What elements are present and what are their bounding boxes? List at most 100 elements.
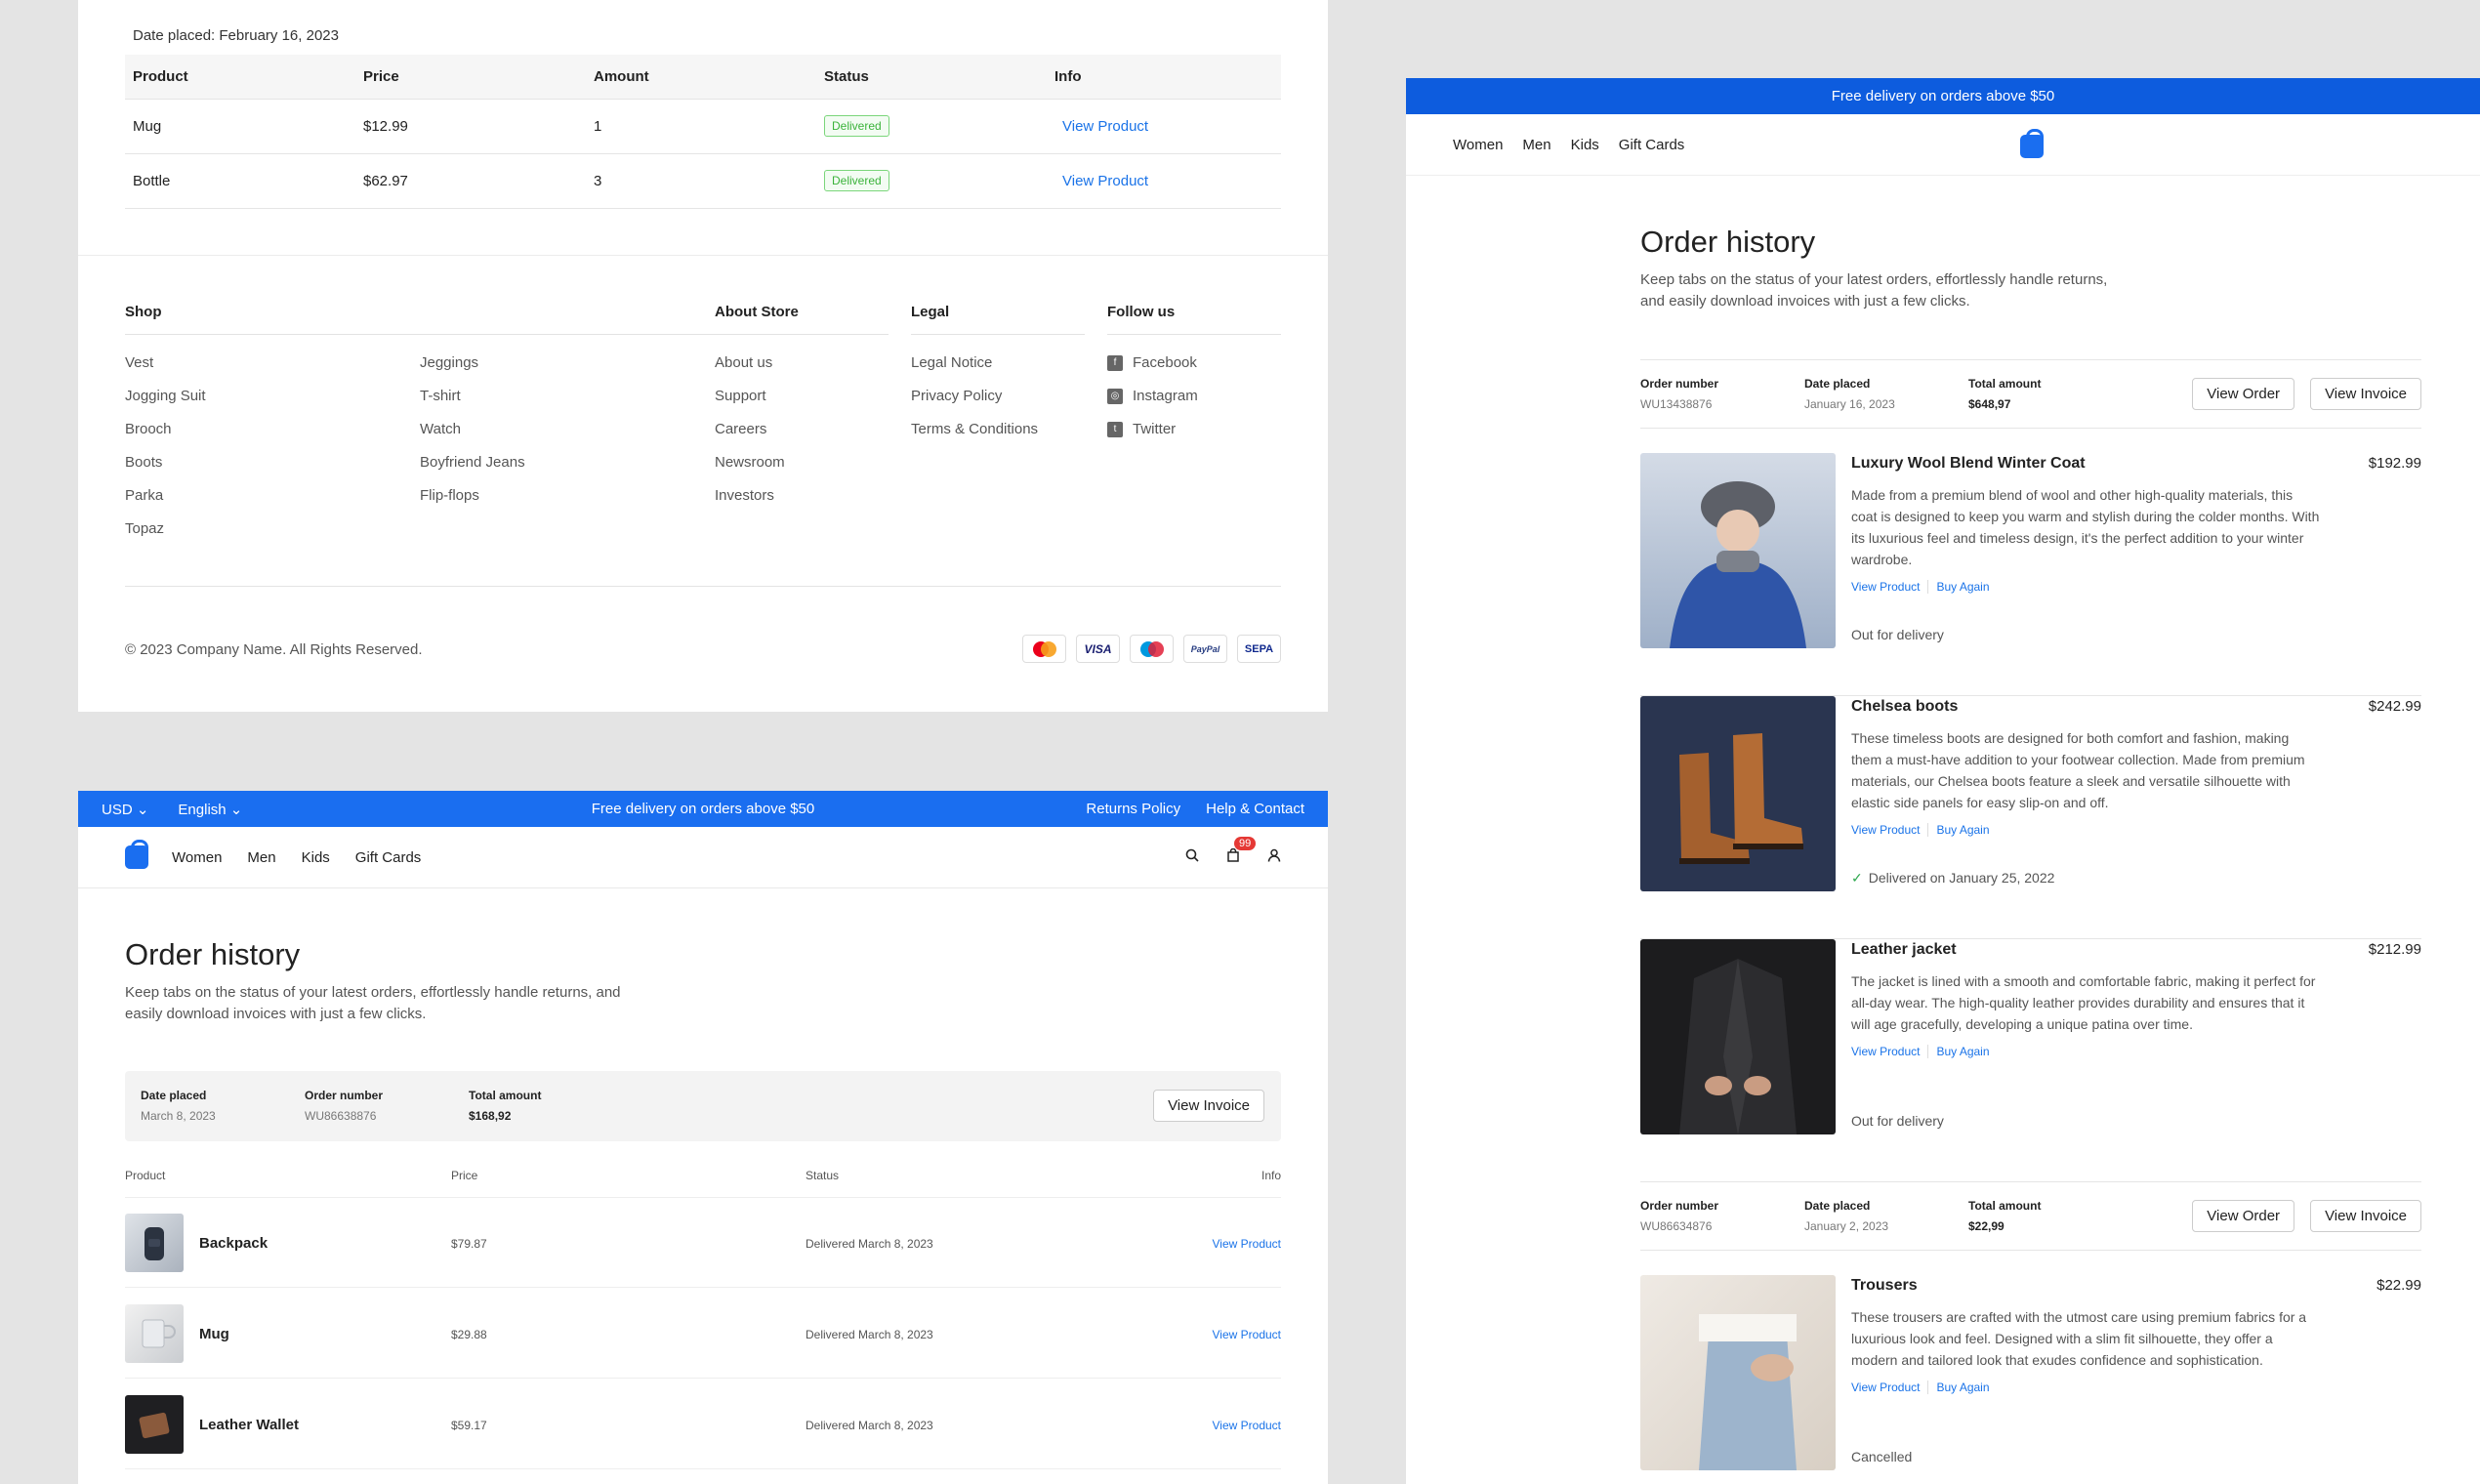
product-thumbnail[interactable]	[125, 1395, 184, 1454]
footer-link[interactable]: Newsroom	[715, 446, 889, 479]
product-name: Luxury Wool Blend Winter Coat	[1851, 455, 2086, 472]
footer-link[interactable]: Support	[715, 380, 889, 413]
footer-link[interactable]: Careers	[715, 413, 889, 446]
mastercard-icon	[1022, 635, 1066, 663]
page-subtitle: Keep tabs on the status of your latest o…	[125, 984, 621, 1022]
product-price: $79.87	[451, 1237, 487, 1251]
footer-link[interactable]: Watch	[420, 413, 525, 446]
footer-heading: Follow us	[1107, 304, 1281, 335]
table-header: Product Price Status Info	[125, 1169, 1281, 1198]
order-item: Luxury Wool Blend Winter Coat $192.99 Ma…	[1640, 453, 2421, 696]
delivery-status: Cancelled	[1851, 1449, 1913, 1464]
footer-link[interactable]: About us	[715, 347, 889, 380]
nav-women[interactable]: Women	[1453, 137, 1503, 153]
footer-link[interactable]: Privacy Policy	[911, 380, 1085, 413]
product-name: Chelsea boots	[1851, 698, 1959, 715]
view-product-link[interactable]: View Product	[1851, 823, 1920, 837]
footer-link[interactable]: T-shirt	[420, 380, 525, 413]
check-icon: ✓	[1851, 870, 1863, 886]
view-product-link[interactable]: View Product	[1213, 1328, 1281, 1341]
product-image[interactable]	[1640, 453, 1836, 648]
product-name: Backpack	[199, 1235, 269, 1252]
product-amount: 3	[586, 152, 816, 209]
order-history-detailed: Free delivery on orders above $50 Women …	[1406, 78, 2480, 1484]
footer-legal: Legal Legal Notice Privacy Policy Terms …	[911, 304, 1085, 446]
footer-link[interactable]: Boots	[125, 446, 420, 479]
chevron-down-icon: ⌄	[229, 801, 243, 818]
nav-kids[interactable]: Kids	[302, 849, 330, 866]
help-contact-link[interactable]: Help & Contact	[1206, 801, 1304, 817]
maestro-icon	[1130, 635, 1174, 663]
logo-bag-icon[interactable]	[2020, 129, 2044, 158]
buy-again-link[interactable]: Buy Again	[1936, 1045, 1989, 1058]
main-nav: Women Men Kids Gift Cards	[1406, 114, 2480, 176]
language-select[interactable]: English ⌄	[178, 801, 242, 818]
view-invoice-button[interactable]: View Invoice	[2310, 1200, 2421, 1232]
promo-bar: Free delivery on orders above $50	[1406, 78, 2480, 114]
view-order-button[interactable]: View Order	[2192, 1200, 2295, 1232]
product-image[interactable]	[1640, 696, 1836, 891]
product-name: Trousers	[1851, 1277, 1918, 1294]
product-thumbnail[interactable]	[125, 1214, 184, 1272]
nav-men[interactable]: Men	[1522, 137, 1550, 153]
footer-link[interactable]: Terms & Conditions	[911, 413, 1085, 446]
footer-link[interactable]: Flip-flops	[420, 479, 525, 513]
footer-divider	[125, 586, 1281, 587]
product-image[interactable]	[1640, 1275, 1836, 1470]
nav-gift-cards[interactable]: Gift Cards	[355, 849, 422, 866]
delivery-status: Delivered on January 25, 2022	[1868, 870, 2055, 886]
product-name: Bottle	[125, 152, 355, 209]
footer-heading: About Store	[715, 304, 889, 335]
view-product-link[interactable]: View Product	[1851, 1381, 1920, 1394]
view-product-link[interactable]: View Product	[1062, 173, 1148, 189]
buy-again-link[interactable]: Buy Again	[1936, 580, 1989, 594]
logo-bag-icon[interactable]	[125, 840, 148, 869]
view-product-link[interactable]: View Product	[1062, 118, 1148, 135]
product-price: $59.17	[451, 1419, 487, 1432]
footer-link[interactable]: Jeggings	[420, 347, 525, 380]
view-product-link[interactable]: View Product	[1851, 580, 1920, 594]
footer-link[interactable]: Vest	[125, 347, 420, 380]
col-amount: Amount	[586, 55, 816, 99]
buy-again-link[interactable]: Buy Again	[1936, 1381, 1989, 1394]
social-link[interactable]: f Facebook	[1107, 347, 1281, 380]
nav-kids[interactable]: Kids	[1571, 137, 1599, 153]
social-link[interactable]: t Twitter	[1107, 413, 1281, 446]
view-invoice-button[interactable]: View Invoice	[2310, 378, 2421, 410]
returns-policy-link[interactable]: Returns Policy	[1086, 801, 1180, 817]
paypal-icon: PayPal	[1183, 635, 1227, 663]
order-history-compact: Free delivery on orders above $50 USD ⌄ …	[78, 791, 1328, 1484]
nav-men[interactable]: Men	[247, 849, 275, 866]
footer-link[interactable]: Topaz	[125, 513, 420, 546]
buy-again-link[interactable]: Buy Again	[1936, 823, 1989, 837]
view-product-link[interactable]: View Product	[1213, 1237, 1281, 1251]
view-product-link[interactable]: View Product	[1851, 1045, 1920, 1058]
footer-link[interactable]: Jogging Suit	[125, 380, 420, 413]
order-detail-panel: Date placed: February 16, 2023 Product P…	[78, 0, 1328, 712]
footer-link[interactable]: Parka	[125, 479, 420, 513]
nav-women[interactable]: Women	[172, 849, 222, 866]
status-badge: Delivered	[824, 170, 889, 191]
search-icon[interactable]	[1185, 848, 1199, 866]
footer-link[interactable]: Investors	[715, 479, 889, 513]
currency-select[interactable]: USD ⌄	[102, 801, 148, 818]
nav-gift-cards[interactable]: Gift Cards	[1619, 137, 1685, 153]
promo-text: Free delivery on orders above $50	[591, 801, 815, 817]
view-invoice-button[interactable]: View Invoice	[1153, 1090, 1264, 1122]
footer-link[interactable]: Brooch	[125, 413, 420, 446]
user-icon[interactable]	[1267, 848, 1281, 866]
table-row: Leather Wallet $59.17 Delivered March 8,…	[125, 1380, 1281, 1469]
cart-icon[interactable]: 99	[1226, 837, 1257, 866]
order-items-table: Product Price Amount Status Info Mug $12…	[125, 55, 1281, 209]
footer-link[interactable]: Boyfriend Jeans	[420, 446, 525, 479]
col-status: Status	[816, 55, 1047, 99]
product-image[interactable]	[1640, 939, 1836, 1134]
product-price: $29.88	[451, 1328, 487, 1341]
view-product-link[interactable]: View Product	[1213, 1419, 1281, 1432]
main-nav: Women Men Kids Gift Cards 99	[78, 827, 1328, 888]
footer-link[interactable]: Legal Notice	[911, 347, 1085, 380]
product-thumbnail[interactable]	[125, 1304, 184, 1363]
view-order-button[interactable]: View Order	[2192, 378, 2295, 410]
social-link[interactable]: ◎ Instagram	[1107, 380, 1281, 413]
product-amount: 1	[586, 98, 816, 153]
